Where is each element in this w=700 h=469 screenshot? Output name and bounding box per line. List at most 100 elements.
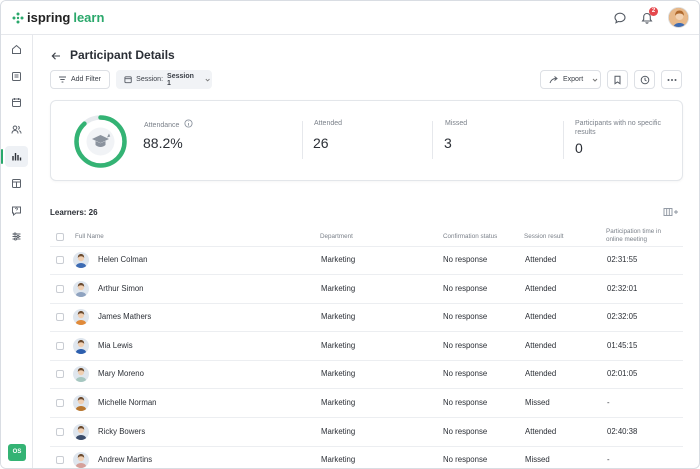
row-department: Marketing	[321, 312, 356, 322]
divider	[432, 121, 433, 159]
history-button[interactable]	[634, 70, 655, 89]
select-all-checkbox[interactable]	[56, 233, 64, 241]
row-full-name[interactable]: James Mathers	[98, 312, 151, 321]
row-session-result: Attended	[525, 426, 557, 436]
row-full-name[interactable]: Andrew Martins	[98, 455, 152, 464]
session-label: Session:	[136, 76, 164, 83]
row-session-result: Attended	[525, 283, 557, 293]
row-confirmation-status: No response	[443, 398, 488, 407]
user-initials-badge[interactable]: OS	[8, 444, 26, 461]
row-divider	[50, 417, 683, 418]
row-session-result: Attended	[525, 312, 557, 322]
row-full-name[interactable]: Mia Lewis	[98, 341, 133, 350]
row-participation-time: 02:32:05	[607, 312, 638, 322]
row-session-result: Attended	[525, 340, 557, 350]
row-checkbox[interactable]	[56, 370, 64, 379]
sidebar-item-calendar[interactable]	[9, 95, 24, 110]
row-department: Marketing	[321, 283, 356, 293]
sidebar-item-settings[interactable]	[9, 229, 24, 244]
row-full-name[interactable]: Ricky Bowers	[98, 427, 145, 436]
row-confirmation-status: No response	[443, 455, 488, 465]
row-session-result: Missed	[525, 455, 550, 465]
user-photo-icon	[669, 8, 688, 27]
row-divider	[50, 331, 683, 333]
learners-count: Learners: 26	[50, 208, 98, 217]
row-divider	[50, 274, 683, 275]
header-department[interactable]: Department	[320, 233, 353, 241]
row-full-name[interactable]: Michelle Norman	[98, 398, 157, 407]
row-department: Marketing	[321, 255, 356, 264]
settings-icon	[12, 232, 21, 241]
row-full-name[interactable]: Helen Colman	[98, 255, 147, 264]
row-checkbox[interactable]	[56, 313, 64, 322]
row-department: Marketing	[321, 426, 356, 436]
chevron-down-icon	[592, 78, 598, 82]
sidebar-item-reports[interactable]	[1, 146, 28, 167]
row-divider	[50, 359, 683, 361]
calendar-icon	[12, 98, 21, 107]
avatar	[73, 452, 89, 468]
row-department: Marketing	[321, 398, 356, 407]
header-session-result[interactable]: Session result	[524, 233, 564, 241]
row-participation-time: 02:01:05	[607, 369, 638, 379]
row-checkbox[interactable]	[56, 427, 64, 436]
row-confirmation-status: No response	[443, 340, 488, 350]
sidebar-item-users[interactable]	[9, 122, 24, 137]
no-results-label: Participants with no specific results	[575, 120, 661, 137]
missed-label: Missed	[445, 120, 468, 127]
attended-label: Attended	[314, 120, 343, 127]
page-title: Participant Details	[70, 48, 175, 62]
columns-settings-icon[interactable]	[663, 207, 679, 217]
logo[interactable]: ispring learn	[12, 10, 104, 25]
header-participation-time[interactable]: Participation time in online meeting	[606, 228, 661, 244]
top-bar: ispring learn 2	[1, 1, 699, 35]
logo-word-learn: learn	[73, 10, 105, 25]
row-divider	[50, 388, 683, 390]
row-participation-time: -	[607, 398, 610, 407]
row-confirmation-status: No response	[443, 369, 488, 379]
add-filter-button[interactable]: Add Filter	[50, 70, 110, 89]
chat-icon[interactable]	[613, 11, 627, 25]
chevron-down-icon	[205, 78, 210, 82]
header-divider	[50, 246, 683, 247]
row-participation-time: 02:40:38	[607, 426, 638, 436]
logo-mark-icon	[12, 12, 24, 23]
bookmark-button[interactable]	[607, 70, 628, 89]
row-participation-time: 02:32:01	[607, 283, 638, 293]
stats-card: Attendance 88.2% Attended 26 Missed 3 Pa…	[50, 100, 683, 181]
sidebar-item-help[interactable]	[9, 203, 24, 218]
export-button[interactable]: Export	[540, 70, 601, 89]
courses-icon	[12, 72, 21, 81]
more-button[interactable]	[661, 70, 682, 89]
row-checkbox[interactable]	[56, 256, 64, 264]
header-confirmation-status[interactable]: Confirmation status	[443, 233, 497, 241]
back-arrow-icon[interactable]	[50, 50, 62, 62]
session-calendar-icon	[124, 76, 132, 84]
row-confirmation-status: No response	[443, 312, 488, 322]
info-icon[interactable]	[184, 119, 193, 128]
row-confirmation-status: No response	[443, 255, 488, 264]
sidebar-item-courses[interactable]	[9, 69, 24, 84]
sidebar-item-home[interactable]	[9, 42, 24, 57]
header-full-name[interactable]: Full Name	[75, 233, 104, 241]
divider	[302, 121, 303, 159]
row-department: Marketing	[321, 369, 356, 379]
user-avatar[interactable]	[668, 7, 689, 28]
sidebar-item-content[interactable]	[9, 176, 24, 191]
avatar	[73, 366, 89, 383]
logo-word-ispring: ispring	[27, 10, 71, 25]
no-results-label-line1: Participants with no specific	[575, 120, 661, 127]
no-results-value: 0	[575, 140, 583, 156]
header-participation-time-line1: Participation time in	[606, 228, 661, 235]
row-checkbox[interactable]	[56, 341, 64, 350]
export-label: Export	[563, 76, 584, 83]
row-checkbox[interactable]	[56, 456, 64, 465]
row-checkbox[interactable]	[56, 399, 64, 407]
session-select[interactable]: Session: Session 1	[116, 70, 212, 89]
home-icon	[12, 44, 21, 54]
row-checkbox[interactable]	[56, 284, 64, 293]
row-full-name[interactable]: Mary Moreno	[98, 369, 144, 378]
app-window: ispring learn 2 OS Participant Details A…	[0, 0, 700, 469]
row-full-name[interactable]: Arthur Simon	[98, 284, 144, 293]
avatar	[73, 423, 89, 440]
